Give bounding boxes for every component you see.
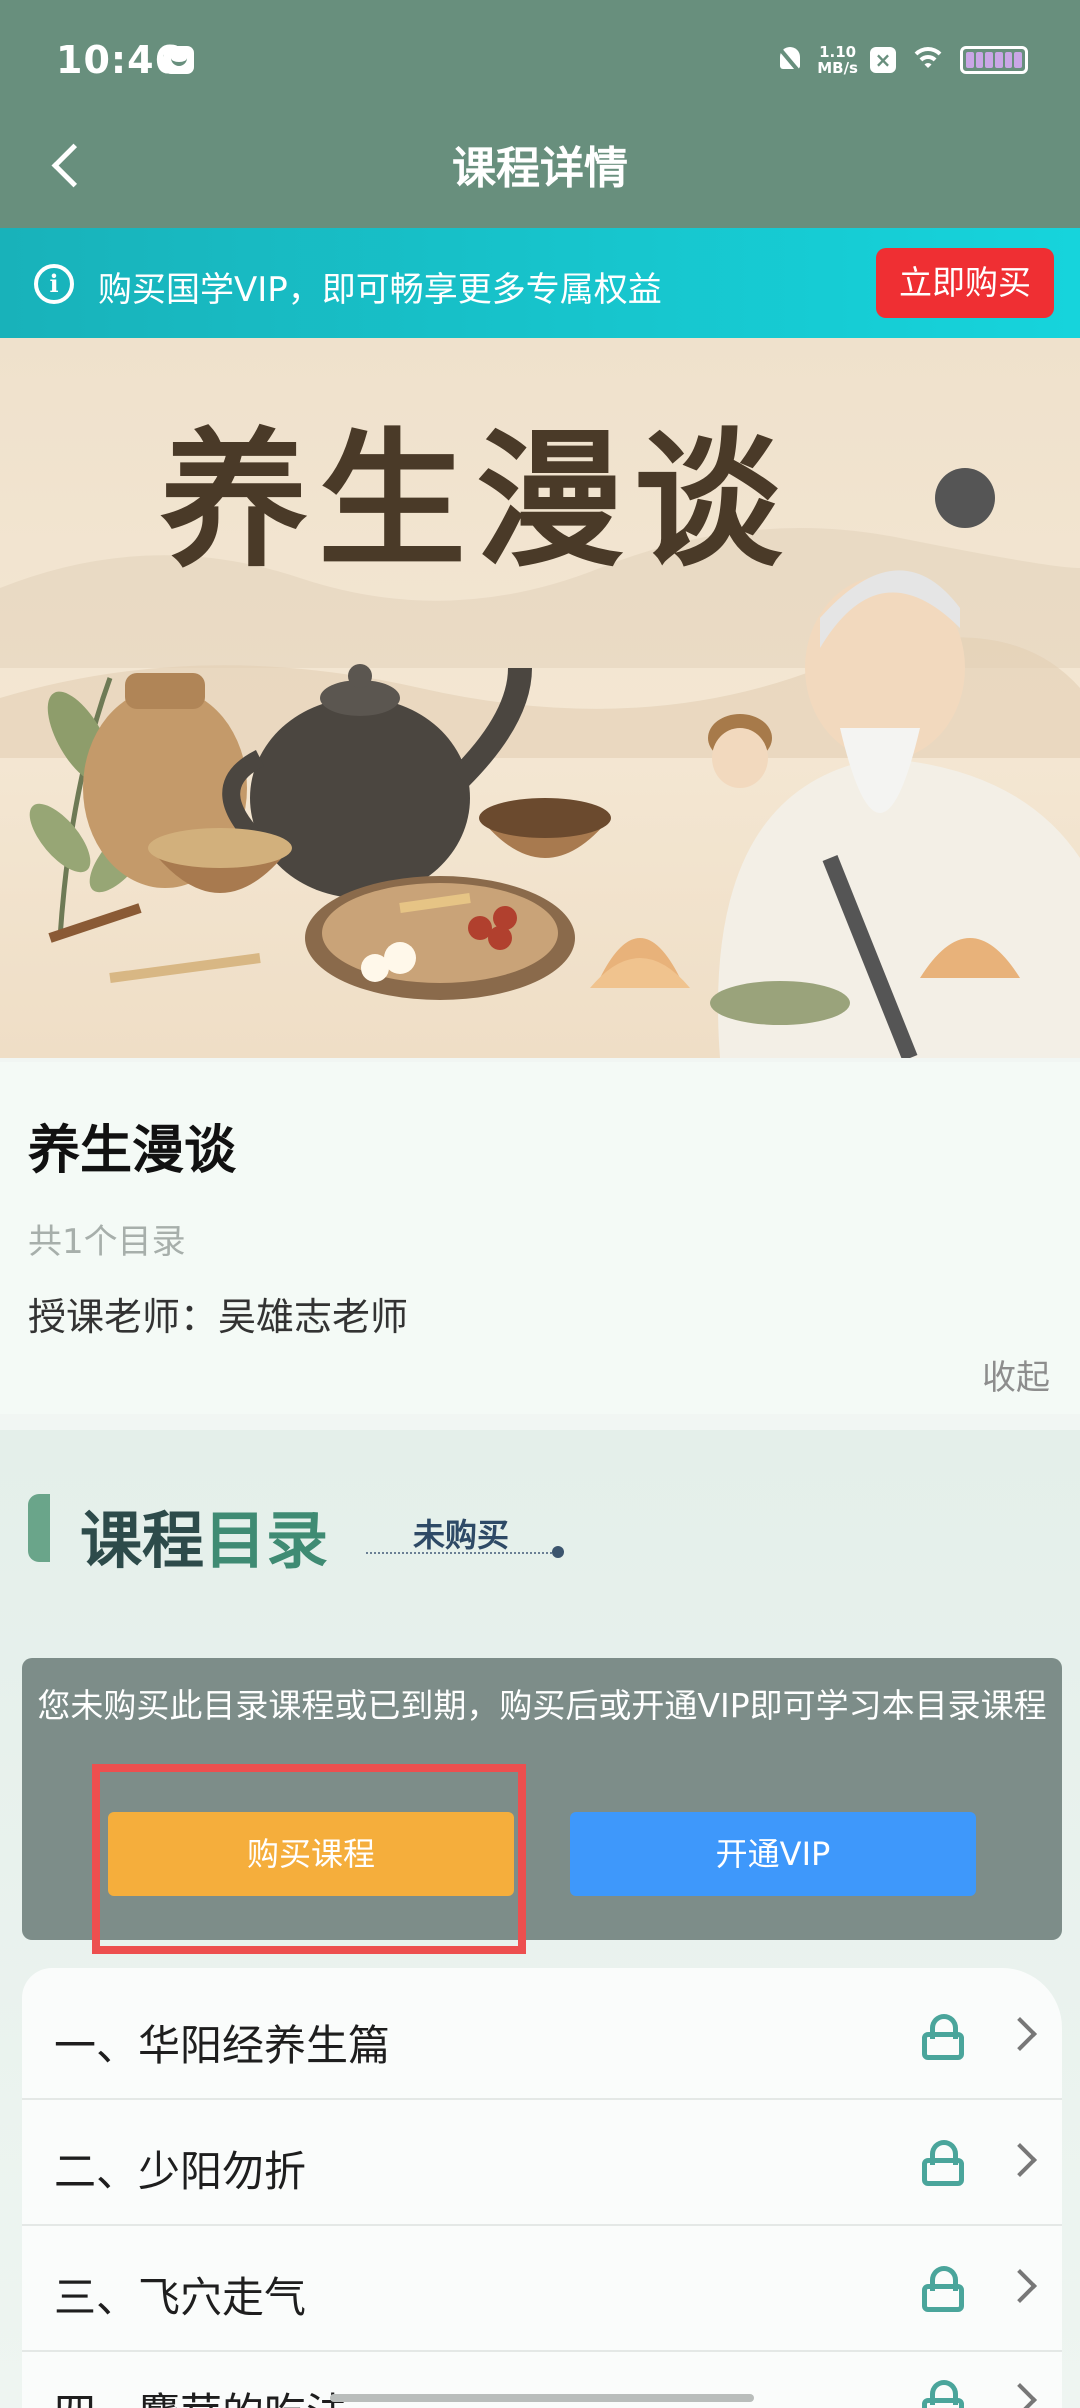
- catalog-title-part-b: 目录: [204, 1504, 329, 1577]
- cover-title: 养生漫谈: [160, 413, 792, 587]
- lock-icon: [922, 2140, 964, 2186]
- page-title: 课程详情: [452, 143, 628, 194]
- list-item[interactable]: 二、少阳勿折: [22, 2100, 1062, 2226]
- directory-count: 共1个目录: [28, 1222, 186, 1262]
- status-bar: 10:46 1.10 MB/s ×: [0, 0, 1080, 125]
- course-cover-image: 养生漫谈: [0, 338, 1080, 1058]
- lock-icon: [922, 2380, 964, 2408]
- list-item[interactable]: 一、华阳经养生篇: [22, 1974, 1062, 2100]
- chevron-right-icon: [1003, 2383, 1037, 2408]
- section-accent-bar: [28, 1494, 50, 1562]
- status-dot-icon: [552, 1546, 564, 1558]
- highlight-box: [92, 1764, 526, 1954]
- buy-now-button[interactable]: 立即购买: [876, 248, 1054, 318]
- mute-bell-icon: [775, 44, 805, 76]
- wifi-icon: [908, 45, 948, 75]
- lesson-label: 二、少阳勿折: [54, 2147, 307, 2196]
- network-speed-unit: MB/s: [817, 59, 858, 77]
- lock-icon: [922, 2266, 964, 2312]
- lock-icon: [922, 2014, 964, 2060]
- chevron-right-icon: [1003, 2143, 1037, 2177]
- status-icons: 1.10 MB/s ×: [775, 40, 1028, 80]
- purchase-status-badge: 未购买: [366, 1510, 556, 1554]
- course-teacher: 授课老师：吴雄志老师: [28, 1295, 409, 1339]
- lesson-label: 三、飞穴走气: [54, 2273, 307, 2322]
- info-icon: i: [34, 264, 74, 304]
- chevron-right-icon: [1003, 2269, 1037, 2303]
- open-vip-button[interactable]: 开通VIP: [570, 1812, 976, 1896]
- lesson-label: 一、华阳经养生篇: [54, 2021, 391, 2070]
- catalog-title: 课程目录: [80, 1490, 328, 1580]
- catalog-title-part-a: 课程: [80, 1504, 205, 1577]
- battery-icon: [960, 46, 1028, 74]
- list-item[interactable]: 三、飞穴走气: [22, 2226, 1062, 2352]
- network-speed: 1.10 MB/s: [817, 44, 858, 76]
- course-title: 养生漫谈: [28, 1121, 237, 1181]
- chevron-right-icon: [1003, 2017, 1037, 2051]
- locked-notice-text: 您未购买此目录课程或已到期，购买后或开通VIP即可学习本目录课程: [37, 1686, 1047, 1725]
- collapse-link[interactable]: 收起: [982, 1350, 1050, 1399]
- lesson-label: 四、麝茸的吃法: [54, 2380, 348, 2408]
- message-icon: [164, 46, 194, 74]
- vip-promo-text: 购买国学VIP，即可畅享更多专属权益: [98, 270, 662, 310]
- close-box-icon: ×: [870, 47, 896, 73]
- home-indicator[interactable]: [330, 2394, 754, 2402]
